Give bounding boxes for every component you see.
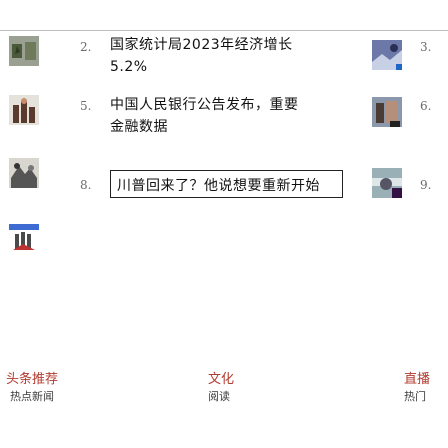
news-thumbnail-icon[interactable] [372,97,402,127]
rank-number: 8. [80,178,92,192]
rank-number: 5. [80,99,92,113]
news-thumbnail-icon[interactable] [9,222,39,252]
headline-text-line2: 金融数据 [110,119,168,135]
headline-text: 国家统计局2023年经济增长 [110,37,293,53]
bottom-nav-item-sub: 阅读 [208,390,230,403]
bottom-nav-item-label[interactable]: 头条推荐 [6,368,58,387]
selected-headline-box[interactable]: 川普回来了？他说想要重新开始 [110,170,343,198]
headline-text-line2: 5.2% [110,59,148,75]
news-thumbnail-icon[interactable] [9,158,39,188]
rank-number: 3. [420,40,432,54]
bottom-nav-item-sub: 热点新闻 [10,390,54,403]
rank-number: 9. [420,178,432,192]
bottom-nav-item-sub: 热门 [404,390,426,403]
headline-text: 川普回来了？他说想要重新开始 [117,178,320,194]
rank-number: 6. [420,99,432,113]
news-headline-link[interactable]: 国家统计局2023年经济增长 5.2% [110,34,340,78]
top-divider [0,30,448,31]
news-headline-link[interactable]: 中国人民银行公告发布，重要 金融数据 [110,94,340,138]
headline-text: 中国人民银行公告发布，重要 [110,97,299,113]
rank-number: 2. [80,40,92,54]
bottom-nav-item-label[interactable]: 直播 [404,368,430,387]
news-thumbnail-icon[interactable] [372,40,402,70]
news-thumbnail-icon[interactable] [9,95,39,125]
news-thumbnail-icon[interactable] [9,36,39,66]
bottom-nav-item-label[interactable]: 文化 [208,368,234,387]
news-thumbnail-icon[interactable] [372,168,402,198]
